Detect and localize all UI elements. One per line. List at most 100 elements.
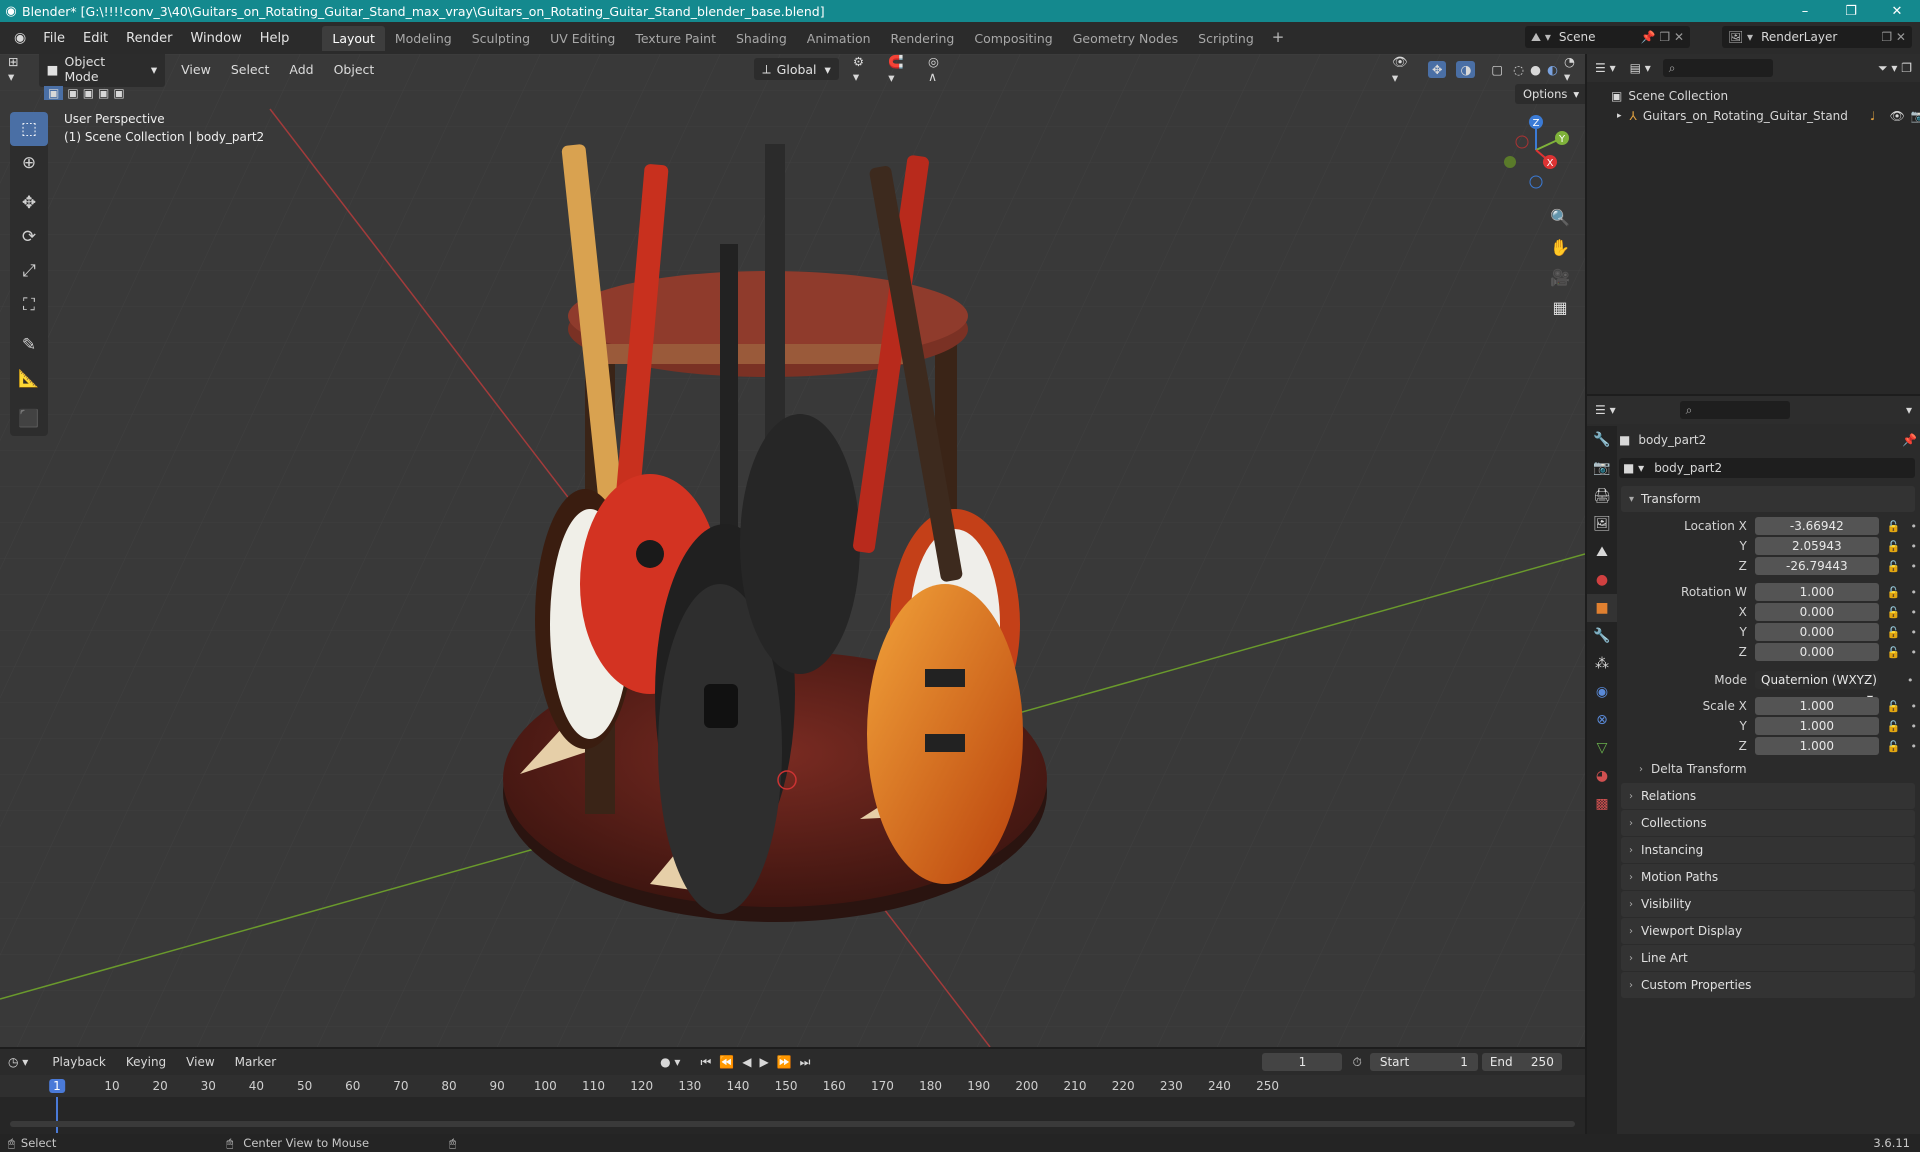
filter-icon[interactable]: ⏷ ▾ ❐ <box>1878 61 1912 76</box>
zoom-icon[interactable]: 🔍 <box>1547 204 1573 230</box>
snap-icon[interactable]: 🧲 ▾ <box>888 54 914 85</box>
start-frame-field[interactable]: Start 1 <box>1369 1053 1478 1071</box>
pivot-icon[interactable]: ⚙ ▾ <box>853 54 874 84</box>
eye-icon[interactable]: 👁 <box>1890 109 1905 123</box>
tab-animation[interactable]: Animation <box>797 26 881 51</box>
orientation-dropdown[interactable]: ⟂ Global ▾ <box>754 58 839 80</box>
perspective-toggle-icon[interactable]: ▦ <box>1547 294 1573 320</box>
tab-texture-paint[interactable]: Texture Paint <box>625 26 726 51</box>
navigation-gizmo[interactable]: Z Y X <box>1496 110 1576 190</box>
timeline-menu-keying[interactable]: Keying <box>116 1055 176 1069</box>
pin-icon[interactable]: 📌 <box>1902 433 1917 447</box>
playhead[interactable] <box>56 1097 58 1133</box>
timeline-editor-icon[interactable]: ◷ ▾ <box>8 1055 28 1069</box>
overlay-toggle-icon[interactable]: ◑ <box>1456 60 1476 78</box>
properties-search-input[interactable]: ⌕ <box>1679 401 1790 419</box>
play-icon[interactable]: ▶ <box>759 1055 768 1069</box>
properties-editor-icon[interactable]: ☰ ▾ <box>1595 403 1616 417</box>
keyframe-dot-icon[interactable]: • <box>1911 586 1918 599</box>
tab-scripting[interactable]: Scripting <box>1188 26 1264 51</box>
3d-viewport[interactable]: ⊞ ▾ ■ Object Mode ▾ View Select Add Object … <box>0 54 1585 1047</box>
keyframe-dot-icon[interactable]: • <box>1911 646 1918 659</box>
prev-keyframe-icon[interactable]: ⏪ <box>719 1055 734 1069</box>
scene-collection-row[interactable]: ▣ Scene Collection <box>1587 86 1920 106</box>
add-cube-tool[interactable]: ⬛ <box>10 402 48 436</box>
timeline-menu-view[interactable]: View <box>176 1055 224 1069</box>
keyframe-dot-icon[interactable]: • <box>1911 626 1918 639</box>
object-tab-icon[interactable]: ■ <box>1587 594 1617 622</box>
modifier-tab-icon[interactable]: 🔧 <box>1587 622 1617 650</box>
options-dropdown[interactable]: Options ▾ <box>1515 84 1585 104</box>
wireframe-shading-icon[interactable]: ◌ <box>1513 62 1524 77</box>
location-field[interactable]: -26.79443 <box>1754 557 1879 575</box>
tab-uv-editing[interactable]: UV Editing <box>540 26 625 51</box>
section-relations[interactable]: › Relations <box>1621 783 1915 809</box>
keyframe-dot-icon[interactable]: • <box>1907 674 1914 687</box>
tab-geometry-nodes[interactable]: Geometry Nodes <box>1063 26 1188 51</box>
select-box-tool[interactable]: ⬚ <box>10 112 48 146</box>
jump-start-icon[interactable]: ⏮ <box>700 1055 711 1070</box>
stopwatch-icon[interactable]: ⏱ <box>1352 1055 1361 1070</box>
camera-view-icon[interactable]: 🎥 <box>1547 264 1573 290</box>
texture-tab-icon[interactable]: ▩ <box>1587 790 1617 818</box>
rendered-shading-icon[interactable]: ◔ ▾ <box>1564 54 1585 84</box>
keyframe-dot-icon[interactable]: • <box>1911 606 1918 619</box>
scale-field[interactable]: 1.000 <box>1754 697 1879 715</box>
scene-selector[interactable]: ⛰ ▾ Scene 📌 ❐ ✕ <box>1525 26 1690 48</box>
timeline-scrollbar[interactable] <box>10 1121 1575 1127</box>
location-field[interactable]: 2.05943 <box>1754 537 1879 555</box>
pin-icon[interactable]: 📌 ❐ ✕ <box>1641 30 1684 44</box>
rotate-tool[interactable]: ⟳ <box>10 220 48 254</box>
current-frame-field[interactable]: 1 <box>1262 1053 1343 1071</box>
view-layer-tab-icon[interactable]: 🖼 <box>1587 510 1617 538</box>
menu-edit[interactable]: Edit <box>74 31 117 46</box>
transform-section[interactable]: ▾ Transform <box>1621 486 1915 512</box>
measure-tool[interactable]: 📐 <box>10 362 48 396</box>
tool-tab-icon[interactable]: 🔧 <box>1587 426 1617 454</box>
xray-icon[interactable]: ▢ <box>1491 62 1503 77</box>
particles-tab-icon[interactable]: ⁂ <box>1587 650 1617 678</box>
keyframe-dot-icon[interactable]: • <box>1911 560 1918 573</box>
tab-modeling[interactable]: Modeling <box>385 26 462 51</box>
constraints-tab-icon[interactable]: ⊗ <box>1587 706 1617 734</box>
move-tool[interactable]: ✥ <box>10 186 48 220</box>
keyframe-dot-icon[interactable]: • <box>1911 700 1918 713</box>
tab-layout[interactable]: Layout <box>322 25 385 51</box>
annotate-tool[interactable]: ✎ <box>10 328 48 362</box>
jump-end-icon[interactable]: ⏭ <box>800 1055 811 1070</box>
chevron-down-icon[interactable]: ▾ <box>1906 403 1912 417</box>
close-button[interactable]: ✕ <box>1874 4 1920 19</box>
gizmo-toggle-icon[interactable]: ✥ <box>1427 60 1447 78</box>
cursor-tool[interactable]: ⊕ <box>10 146 48 180</box>
frame-ruler[interactable]: 1 10 20 30 40 50 60 70 80 90 100 110 120 130 140 150 160… <box>0 1075 1585 1097</box>
pan-hand-icon[interactable]: ✋ <box>1547 234 1573 260</box>
section-visibility[interactable]: › Visibility <box>1621 891 1915 917</box>
lock-icon[interactable]: 🔓 <box>1887 520 1901 533</box>
editor-type-icon[interactable]: ⊞ ▾ <box>8 54 29 84</box>
tab-shading[interactable]: Shading <box>726 26 797 51</box>
minimize-button[interactable]: – <box>1782 4 1828 19</box>
view-layer-selector[interactable]: 🖼 ▾ RenderLayer ❐ ✕ <box>1722 26 1912 48</box>
outliner-item[interactable]: ▸ ⅄ Guitars_on_Rotating_Guitar_Stand ♩ 👁… <box>1587 106 1920 126</box>
camera-render-icon[interactable]: 📷 <box>1911 109 1920 123</box>
lock-icon[interactable]: 🔓 <box>1887 586 1901 599</box>
select-extend-icon[interactable]: ▣ <box>67 86 78 100</box>
maximize-button[interactable]: ❐ <box>1828 4 1874 19</box>
viewport-menu-view[interactable]: View <box>171 62 221 77</box>
blender-menu-icon[interactable]: ◉ <box>6 30 34 46</box>
end-frame-field[interactable]: End 250 <box>1481 1053 1562 1071</box>
keyframe-dot-icon[interactable]: • <box>1911 740 1918 753</box>
scale-field[interactable]: 1.000 <box>1754 717 1879 735</box>
proportional-edit-icon[interactable]: ◎ ∧ <box>928 54 952 84</box>
tab-rendering[interactable]: Rendering <box>881 26 965 51</box>
lock-icon[interactable]: 🔓 <box>1887 740 1901 753</box>
expand-arrow-icon[interactable]: ▸ <box>1617 111 1622 121</box>
select-subtract-icon[interactable]: ▣ <box>83 86 94 100</box>
physics-tab-icon[interactable]: ◉ <box>1587 678 1617 706</box>
viewport-menu-select[interactable]: Select <box>221 62 280 77</box>
lock-icon[interactable]: 🔓 <box>1887 626 1901 639</box>
material-tab-icon[interactable]: ◕ <box>1587 762 1617 790</box>
new-view-layer-icon[interactable]: ❐ ✕ <box>1881 30 1906 44</box>
tab-compositing[interactable]: Compositing <box>964 26 1062 51</box>
section-custom-properties[interactable]: › Custom Properties <box>1621 972 1915 998</box>
